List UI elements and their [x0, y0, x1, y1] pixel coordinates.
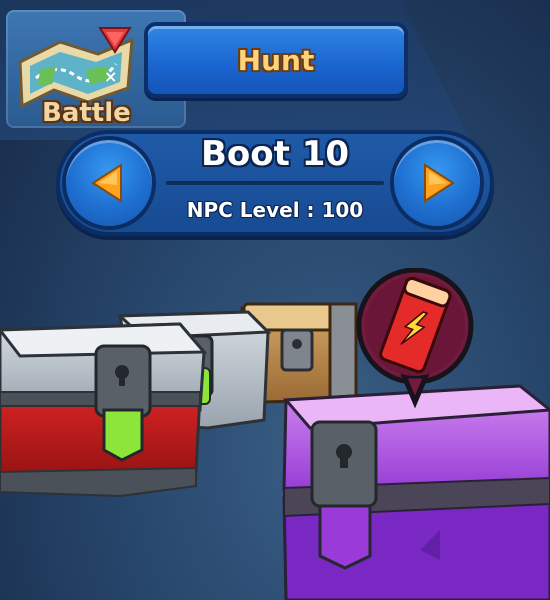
- hunt-label: Hunt: [237, 43, 315, 77]
- marker-icon: [98, 27, 132, 54]
- stage-divider: [166, 181, 384, 185]
- purple-chest[interactable]: [282, 384, 550, 600]
- red-chest[interactable]: [0, 322, 208, 498]
- hunt-button[interactable]: Hunt: [144, 22, 408, 98]
- battle-label: Battle: [42, 98, 131, 128]
- npc-level-text: NPC Level : 100: [186, 198, 364, 222]
- ticket-badge: [356, 268, 474, 408]
- svg-text:×: ×: [104, 67, 117, 86]
- stage-title: Boot 10: [200, 134, 350, 174]
